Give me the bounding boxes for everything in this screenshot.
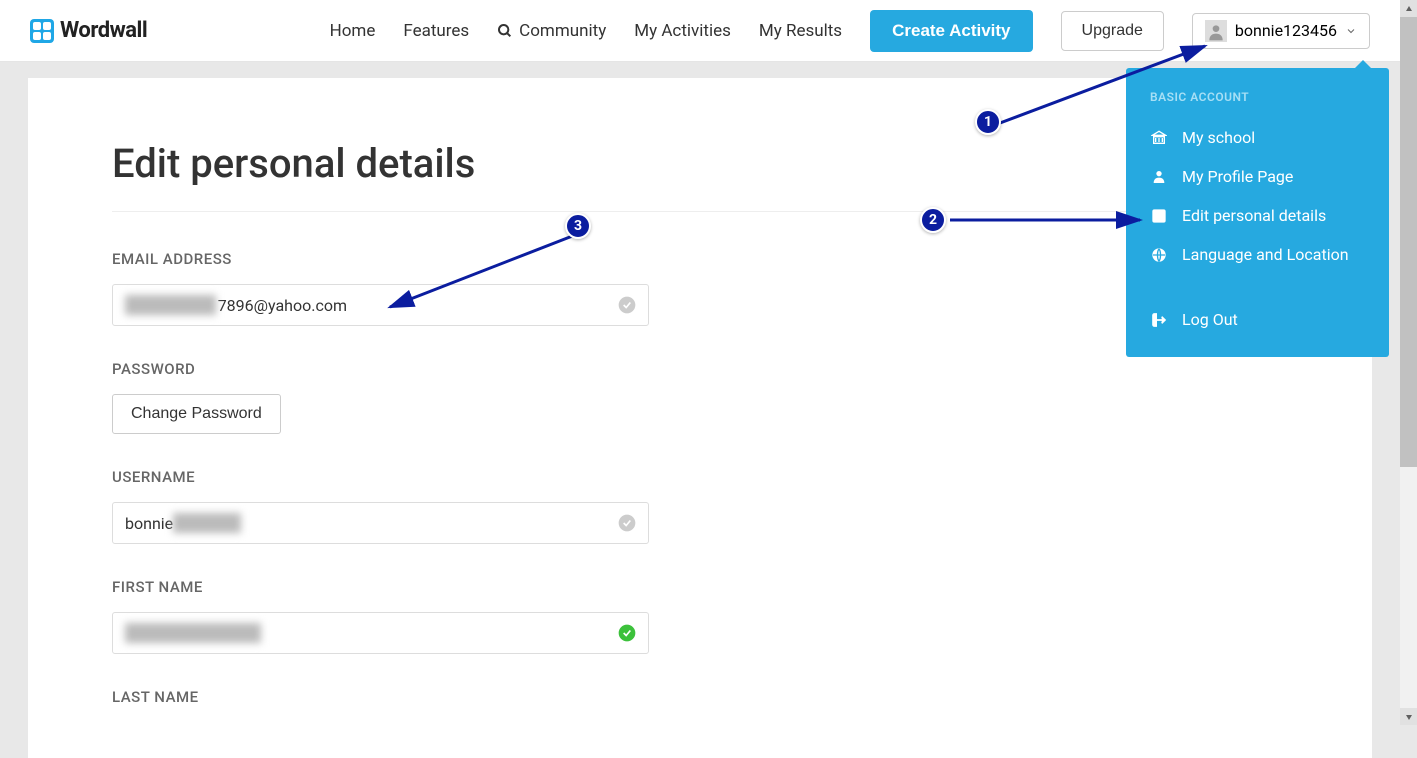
dropdown-label: Language and Location xyxy=(1182,245,1349,264)
edit-icon xyxy=(1150,207,1168,225)
user-dropdown: BASIC ACCOUNT My school My Profile Page … xyxy=(1126,68,1389,357)
search-icon xyxy=(497,23,513,39)
dropdown-profile[interactable]: My Profile Page xyxy=(1126,157,1389,196)
page-title: Edit personal details xyxy=(112,140,1288,187)
scroll-down-arrow[interactable] xyxy=(1400,708,1417,725)
firstname-input-wrapper: ████████████ xyxy=(112,612,649,654)
username-field[interactable]: bonnie ██████ xyxy=(112,502,649,544)
nav-community[interactable]: Community xyxy=(497,21,606,41)
username-label: USERNAME xyxy=(112,468,1288,486)
nav-features[interactable]: Features xyxy=(403,21,469,41)
logout-icon xyxy=(1150,311,1168,329)
dropdown-logout[interactable]: Log Out xyxy=(1126,300,1389,339)
email-input-wrapper: ████████ 7896@yahoo.com xyxy=(112,284,649,326)
nav-results[interactable]: My Results xyxy=(759,21,842,41)
create-activity-button[interactable]: Create Activity xyxy=(870,10,1032,52)
dropdown-language[interactable]: Language and Location xyxy=(1126,235,1389,274)
logo[interactable]: Wordwall xyxy=(30,18,147,43)
school-icon xyxy=(1150,129,1168,147)
dropdown-label: Log Out xyxy=(1182,310,1238,329)
dropdown-my-school[interactable]: My school xyxy=(1126,118,1389,157)
firstname-hidden: ████████████ xyxy=(125,623,261,643)
username-group: USERNAME bonnie ██████ xyxy=(112,468,1288,544)
dropdown-label: Edit personal details xyxy=(1182,206,1326,225)
scrollbar-thumb[interactable] xyxy=(1400,17,1417,467)
nav-home[interactable]: Home xyxy=(330,21,376,41)
email-visible-part: 7896@yahoo.com xyxy=(218,296,347,315)
firstname-field[interactable]: ████████████ xyxy=(112,612,649,654)
username-hidden-part: ██████ xyxy=(173,513,241,533)
email-field[interactable]: ████████ 7896@yahoo.com xyxy=(112,284,649,326)
lastname-label: LAST NAME xyxy=(112,688,1288,706)
check-circle-icon xyxy=(617,295,637,315)
person-icon xyxy=(1150,168,1168,186)
main-nav: Home Features Community My Activities My… xyxy=(330,10,1370,52)
email-hidden-part: ████████ xyxy=(125,295,216,315)
upgrade-button[interactable]: Upgrade xyxy=(1061,11,1164,51)
dropdown-edit-details[interactable]: Edit personal details xyxy=(1126,196,1389,235)
globe-icon xyxy=(1150,246,1168,264)
firstname-label: FIRST NAME xyxy=(112,578,1288,596)
check-circle-icon xyxy=(617,623,637,643)
username-input-wrapper: bonnie ██████ xyxy=(112,502,649,544)
change-password-button[interactable]: Change Password xyxy=(112,394,281,434)
firstname-group: FIRST NAME ████████████ xyxy=(112,578,1288,654)
user-menu-toggle[interactable]: bonnie123456 xyxy=(1192,13,1370,49)
main-header: Wordwall Home Features Community My Acti… xyxy=(0,0,1400,62)
username-visible-part: bonnie xyxy=(125,514,173,533)
dropdown-label: My school xyxy=(1182,128,1255,147)
check-circle-icon xyxy=(617,513,637,533)
dropdown-divider xyxy=(1126,274,1389,300)
email-label: EMAIL ADDRESS xyxy=(112,250,1288,268)
divider xyxy=(112,211,1288,212)
logo-text: Wordwall xyxy=(60,18,147,43)
lastname-group: LAST NAME xyxy=(112,688,1288,706)
vertical-scrollbar[interactable] xyxy=(1400,0,1417,725)
nav-community-label: Community xyxy=(519,21,606,41)
username-display: bonnie123456 xyxy=(1235,21,1337,40)
password-group: PASSWORD Change Password xyxy=(112,360,1288,434)
dropdown-section-label: BASIC ACCOUNT xyxy=(1126,90,1389,118)
nav-activities[interactable]: My Activities xyxy=(634,21,731,41)
avatar-icon xyxy=(1205,20,1227,42)
dropdown-label: My Profile Page xyxy=(1182,167,1293,186)
scroll-up-arrow[interactable] xyxy=(1400,0,1417,17)
chevron-down-icon xyxy=(1345,25,1357,37)
password-label: PASSWORD xyxy=(112,360,1288,378)
logo-icon xyxy=(30,19,54,43)
email-group: EMAIL ADDRESS ████████ 7896@yahoo.com xyxy=(112,250,1288,326)
